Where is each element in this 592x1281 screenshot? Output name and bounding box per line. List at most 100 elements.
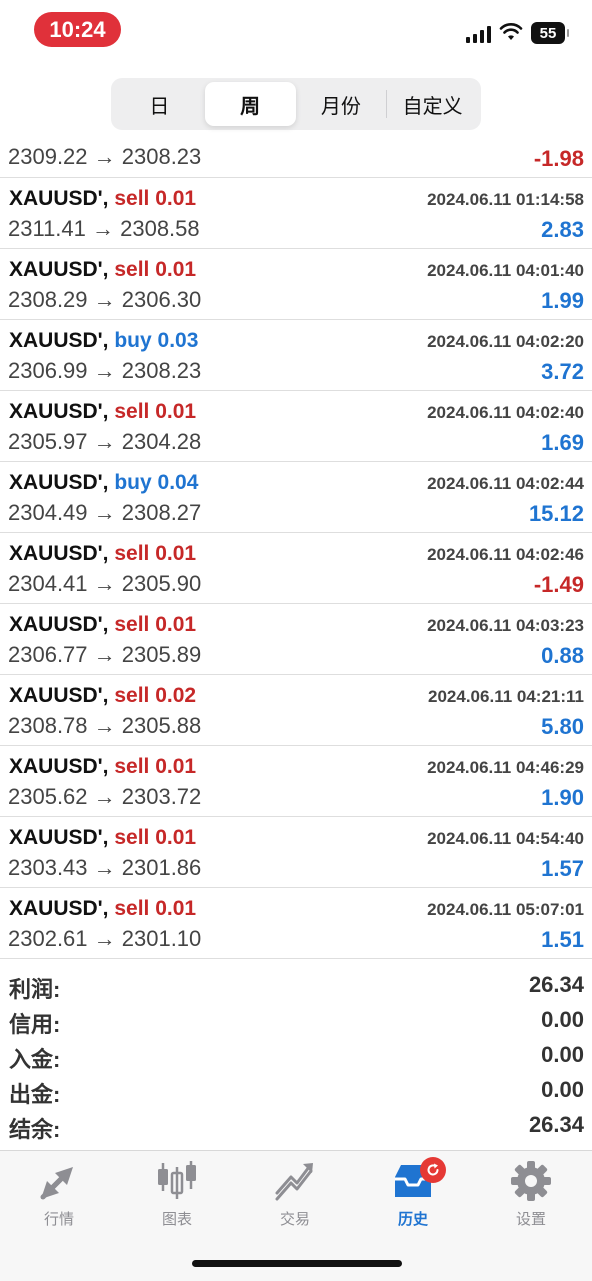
trade-prices: 2309.22 → 2308.23	[8, 144, 202, 169]
trade-symbol: XAUUSD'	[9, 897, 103, 920]
home-indicator	[192, 1260, 402, 1267]
trade-prices: 2303.43 → 2301.86	[8, 855, 202, 880]
trade-separator: ,	[102, 755, 115, 778]
trade-title: XAUUSD', sell 0.01	[9, 755, 196, 779]
tab-chart[interactable]: 图表	[122, 1159, 232, 1231]
trade-profit: 1.99	[541, 288, 584, 313]
trade-side-volume: sell 0.01	[114, 187, 197, 210]
summary-value: 26.34	[528, 1112, 584, 1137]
trade-side-volume: sell 0.01	[114, 542, 197, 565]
summary-value: 0.00	[541, 1007, 584, 1032]
trade-title: XAUUSD', sell 0.01	[9, 897, 196, 921]
trade-row[interactable]: 2309.22 → 2308.23 -1.98	[0, 140, 592, 178]
trade-side-volume: sell 0.01	[114, 258, 197, 281]
tab-label: 设置	[515, 1211, 546, 1228]
trade-profit: 1.57	[541, 856, 584, 881]
trade-datetime: 2024.06.11 04:02:46	[427, 545, 584, 564]
trade-datetime: 2024.06.11 05:07:01	[427, 900, 584, 919]
trade-row[interactable]: XAUUSD', buy 0.03 2024.06.11 04:02:20 2306…	[0, 320, 592, 391]
trade-side-volume: sell 0.01	[114, 897, 197, 920]
trade-prices: 2304.41 → 2305.90	[8, 571, 202, 596]
tab-quotes[interactable]: 行情	[4, 1159, 114, 1231]
trade-separator: ,	[102, 187, 115, 210]
trade-trend-icon	[275, 1163, 313, 1201]
segment-week[interactable]: 周	[204, 82, 296, 126]
cellular-signal-icon	[466, 25, 491, 43]
summary-label: 结余:	[9, 1117, 61, 1142]
trade-prices: 2302.61 → 2301.10	[8, 926, 202, 951]
trade-datetime: 2024.06.11 04:46:29	[427, 758, 584, 777]
quotes-arrows-icon	[40, 1167, 73, 1200]
trade-title: XAUUSD', buy 0.03	[9, 329, 198, 353]
trade-separator: ,	[102, 826, 115, 849]
battery-indicator: 55	[531, 22, 569, 44]
trade-datetime: 2024.06.11 04:02:40	[427, 403, 584, 422]
trade-profit: 3.72	[541, 359, 584, 384]
trade-row[interactable]: XAUUSD', sell 0.01 2024.06.11 01:14:58 231…	[0, 178, 592, 249]
period-segmented-control: 日 周 月份 自定义	[111, 78, 481, 130]
summary-value: 0.00	[541, 1077, 584, 1102]
segment-day[interactable]: 日	[114, 82, 205, 126]
trade-title: XAUUSD', buy 0.04	[9, 471, 198, 495]
tab-trade[interactable]: 交易	[240, 1159, 350, 1231]
summary-profit: 利润: 26.34	[0, 970, 592, 1005]
trade-datetime: 2024.06.11 04:54:40	[427, 829, 584, 848]
trade-datetime: 2024.06.11 04:03:23	[427, 616, 584, 635]
trade-row[interactable]: XAUUSD', sell 0.01 2024.06.11 04:02:40 230…	[0, 391, 592, 462]
trade-row[interactable]: XAUUSD', sell 0.02 2024.06.11 04:21:11 230…	[0, 675, 592, 746]
segment-month-label: 月份	[320, 95, 361, 118]
trade-row[interactable]: XAUUSD', sell 0.01 2024.06.11 04:54:40 230…	[0, 817, 592, 888]
trade-profit: 1.51	[541, 927, 584, 952]
trade-row[interactable]: XAUUSD', buy 0.04 2024.06.11 04:02:44 2304…	[0, 462, 592, 533]
trade-separator: ,	[102, 329, 115, 352]
tab-label: 历史	[397, 1211, 428, 1228]
trade-side-volume: sell 0.01	[114, 826, 197, 849]
summary-withdrawal: 出金: 0.00	[0, 1075, 592, 1110]
trade-side-volume: buy 0.04	[114, 471, 199, 494]
summary-label: 入金:	[9, 1047, 61, 1072]
trade-title: XAUUSD', sell 0.01	[9, 542, 196, 566]
trade-title: XAUUSD', sell 0.02	[9, 684, 196, 708]
trade-title: XAUUSD', sell 0.01	[9, 400, 196, 424]
trade-profit: 2.83	[541, 217, 584, 242]
account-summary: 利润: 26.34 信用: 0.00 入金: 0.00 出金: 0.00 结余:…	[0, 970, 592, 1145]
trade-separator: ,	[102, 258, 115, 281]
trade-prices: 2304.49 → 2308.27	[8, 500, 202, 525]
trade-row[interactable]: XAUUSD', sell 0.01 2024.06.11 04:01:40 230…	[0, 249, 592, 320]
trade-title: XAUUSD', sell 0.01	[9, 187, 196, 211]
trade-row[interactable]: XAUUSD', sell 0.01 2024.06.11 04:02:46 230…	[0, 533, 592, 604]
trade-separator: ,	[102, 897, 115, 920]
summary-label: 利润:	[9, 977, 61, 1002]
trade-symbol: XAUUSD'	[9, 684, 103, 707]
summary-label: 出金:	[9, 1082, 61, 1107]
trade-separator: ,	[102, 542, 115, 565]
trade-row[interactable]: XAUUSD', sell 0.01 2024.06.11 04:03:23 230…	[0, 604, 592, 675]
trade-symbol: XAUUSD'	[9, 329, 103, 352]
wifi-icon	[499, 23, 523, 40]
trade-prices: 2311.41 → 2308.58	[8, 216, 200, 241]
refresh-badge-icon	[420, 1157, 446, 1183]
status-time: 10:24	[34, 12, 121, 47]
trade-row[interactable]: XAUUSD', sell 0.01 2024.06.11 04:46:29 230…	[0, 746, 592, 817]
trade-prices: 2305.97 → 2304.28	[8, 429, 202, 454]
trade-datetime: 2024.06.11 04:02:44	[427, 474, 584, 493]
period-selector-bar: 日 周 月份 自定义	[0, 62, 592, 140]
trade-separator: ,	[102, 613, 115, 636]
trade-profit: 1.90	[541, 785, 584, 810]
trade-prices: 2305.62 → 2303.72	[8, 784, 202, 809]
segment-custom[interactable]: 自定义	[387, 82, 478, 126]
tab-settings[interactable]: 设置	[476, 1159, 586, 1231]
trade-prices: 2306.77 → 2305.89	[8, 642, 202, 667]
segment-month[interactable]: 月份	[296, 82, 387, 126]
trade-prices: 2308.78 → 2305.88	[8, 713, 202, 738]
trade-side-volume: sell 0.02	[114, 684, 197, 707]
trade-symbol: XAUUSD'	[9, 258, 103, 281]
summary-balance: 结余: 26.34	[0, 1110, 592, 1145]
trade-row[interactable]: XAUUSD', sell 0.01 2024.06.11 05:07:01 230…	[0, 888, 592, 959]
trade-side-volume: sell 0.01	[114, 755, 197, 778]
trade-datetime: 2024.06.11 04:02:20	[427, 332, 584, 351]
tab-label: 交易	[279, 1211, 310, 1228]
trade-profit: -1.98	[533, 146, 584, 171]
trade-title: XAUUSD', sell 0.01	[9, 258, 196, 282]
tab-history[interactable]: 历史	[358, 1157, 468, 1231]
